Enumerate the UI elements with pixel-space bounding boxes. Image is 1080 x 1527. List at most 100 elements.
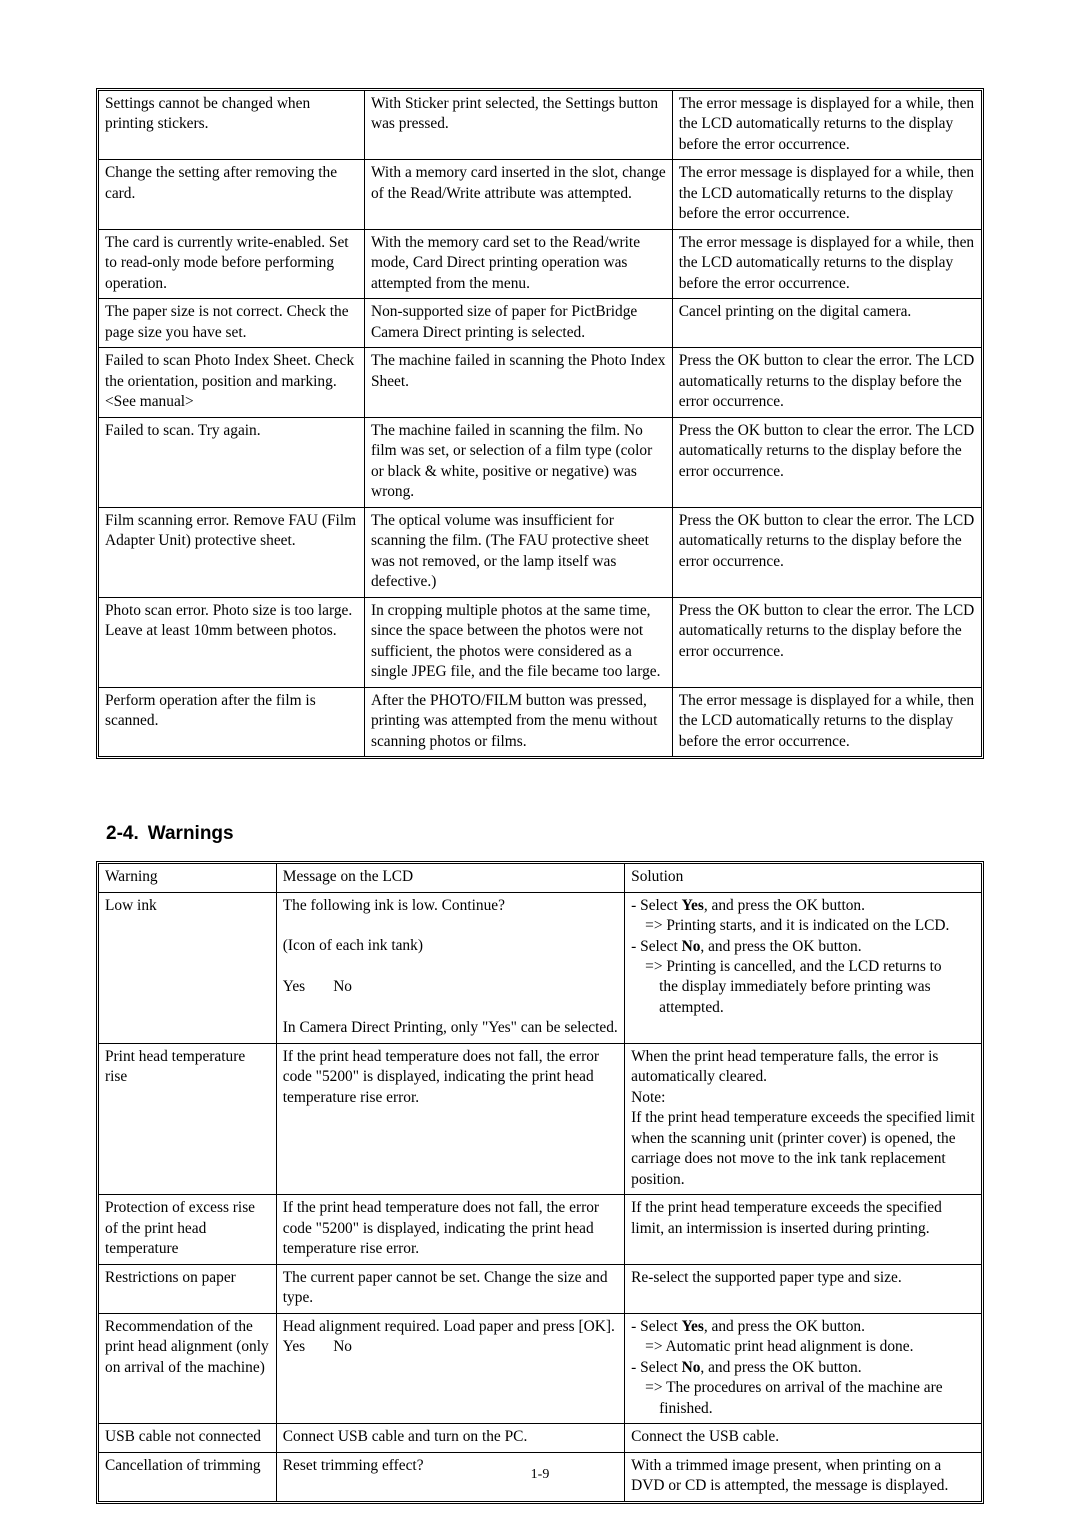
solution-note-label: Note: [631, 1088, 666, 1106]
warning-name-cell: USB cable not connected [99, 1423, 277, 1453]
solution-text: - Select [631, 896, 682, 914]
warnings-table-wrapper: Warning Message on the LCD Solution Low … [96, 861, 984, 1504]
table-row: USB cable not connected Connect USB cabl… [99, 1423, 981, 1453]
solution-text: , and press the OK button. [703, 1317, 865, 1335]
page-number: 1-9 [530, 1467, 550, 1482]
error-condition-cell: The card is currently write-enabled. Set… [99, 228, 365, 300]
solution-subline: => Printing is cancelled, and the LCD re… [645, 957, 942, 975]
error-solution-cell: The error message is displayed for a whi… [671, 228, 981, 300]
error-cause-cell: The optical volume was insufficient for … [363, 506, 673, 598]
message-line: Head alignment required. Load paper and … [282, 1317, 615, 1335]
error-cause-cell: The machine failed in scanning the film.… [363, 416, 673, 508]
column-header-solution: Solution [624, 864, 981, 893]
error-condition-cell: Settings cannot be changed when printing… [99, 91, 365, 161]
solution-subline: the display immediately before printing … [659, 978, 931, 996]
error-solution-cell: The error message is displayed for a whi… [671, 91, 981, 161]
error-solution-cell: Press the OK button to clear the error. … [671, 506, 981, 598]
error-condition-cell: Change the setting after removing the ca… [99, 159, 365, 230]
error-condition-cell: Film scanning error. Remove FAU (Film Ad… [99, 506, 365, 598]
solution-emphasis: Yes [681, 1317, 704, 1335]
section-heading: 2-4. Warnings [106, 823, 984, 845]
table-row: Settings cannot be changed when printing… [99, 91, 981, 161]
table-row: Change the setting after removing the ca… [99, 159, 981, 230]
section-number: 2-4. [106, 823, 139, 845]
warning-name-cell: Restrictions on paper [99, 1263, 277, 1314]
solution-line: - Select No, and press the OK button. [631, 1358, 975, 1378]
table-row: Recommendation of the print head alignme… [99, 1312, 981, 1425]
warning-name-cell: Low ink [99, 891, 277, 1044]
table-row: Protection of excess rise of the print h… [99, 1194, 981, 1265]
error-solution-cell: Press the OK button to clear the error. … [671, 347, 981, 418]
solution-note-text: If the print head temperature exceeds th… [631, 1109, 975, 1188]
warning-name-cell: Recommendation of the print head alignme… [99, 1312, 277, 1425]
option-no: No [333, 1338, 352, 1356]
option-no: No [333, 978, 352, 996]
error-condition-cell: The paper size is not correct. Check the… [99, 298, 365, 349]
solution-text: , and press the OK button. [703, 896, 865, 914]
solution-subline: finished. [659, 1399, 713, 1417]
solution-text: - Select [631, 1358, 682, 1376]
solution-subline: => The procedures on arrival of the mach… [645, 1379, 943, 1397]
table-header-row: Warning Message on the LCD Solution [99, 864, 981, 893]
warning-solution-cell: Connect the USB cable. [624, 1423, 981, 1453]
table-row: Film scanning error. Remove FAU (Film Ad… [99, 506, 981, 598]
error-cause-cell: With a memory card inserted in the slot,… [363, 159, 673, 230]
page-title: Warnings [147, 823, 234, 845]
error-condition-cell: Failed to scan Photo Index Sheet. Check … [99, 347, 365, 418]
table-row: Restrictions on paper The current paper … [99, 1263, 981, 1314]
error-messages-table: Settings cannot be changed when printing… [99, 91, 981, 757]
warning-message-cell: If the print head temperature does not f… [275, 1042, 626, 1196]
error-solution-cell: Cancel printing on the digital camera. [671, 298, 981, 349]
solution-subline: => Printing starts, and it is indicated … [645, 917, 950, 935]
warning-solution-cell: When the print head temperature falls, t… [624, 1042, 981, 1196]
table-row: Failed to scan Photo Index Sheet. Check … [99, 347, 981, 418]
warning-solution-cell: - Select Yes, and press the OK button. =… [624, 891, 981, 1044]
table-row: Print head temperature rise If the print… [99, 1042, 981, 1196]
error-cause-cell: Non-supported size of paper for PictBrid… [363, 298, 673, 349]
error-solution-cell: The error message is displayed for a whi… [671, 686, 981, 757]
table-row: The paper size is not correct. Check the… [99, 298, 981, 349]
solution-line: - Select Yes, and press the OK button. [631, 896, 975, 916]
message-line: The following ink is low. Continue? [282, 896, 505, 914]
warning-message-cell: If the print head temperature does not f… [275, 1194, 626, 1265]
warning-name-cell: Print head temperature rise [99, 1042, 277, 1196]
warning-message-cell: The following ink is low. Continue? (Ico… [275, 891, 626, 1044]
warning-message-cell: Head alignment required. Load paper and … [275, 1312, 626, 1425]
message-line: In Camera Direct Printing, only "Yes" ca… [282, 1019, 618, 1037]
warning-solution-cell: - Select Yes, and press the OK button. =… [624, 1312, 981, 1425]
error-solution-cell: Press the OK button to clear the error. … [671, 596, 981, 688]
warning-message-cell: The current paper cannot be set. Change … [275, 1263, 626, 1314]
error-cause-cell: After the PHOTO/FILM button was pressed,… [363, 686, 673, 757]
solution-emphasis: No [681, 1358, 701, 1376]
table-row: Perform operation after the film is scan… [99, 686, 981, 757]
solution-text: - Select [631, 937, 682, 955]
error-solution-cell: The error message is displayed for a whi… [671, 159, 981, 230]
error-cause-cell: With Sticker print selected, the Setting… [363, 91, 673, 161]
option-yes: Yes [282, 978, 306, 996]
column-header-message: Message on the LCD [275, 864, 626, 893]
error-cause-cell: With the memory card set to the Read/wri… [363, 228, 673, 300]
solution-subline: attempted. [659, 998, 724, 1016]
table-row: The card is currently write-enabled. Set… [99, 228, 981, 300]
warning-name-cell: Protection of excess rise of the print h… [99, 1194, 277, 1265]
solution-text: , and press the OK button. [700, 1358, 862, 1376]
error-cause-cell: The machine failed in scanning the Photo… [363, 347, 673, 418]
solution-subline: => Automatic print head alignment is don… [645, 1338, 914, 1356]
document-page: Settings cannot be changed when printing… [0, 0, 1080, 1527]
column-header-warning: Warning [99, 864, 277, 893]
error-condition-cell: Failed to scan. Try again. [99, 416, 365, 508]
warning-solution-cell: If the print head temperature exceeds th… [624, 1194, 981, 1265]
error-messages-table-wrapper: Settings cannot be changed when printing… [96, 88, 984, 760]
solution-emphasis: Yes [681, 896, 704, 914]
yes-no-options: Yes No [283, 1337, 618, 1357]
error-solution-cell: Press the OK button to clear the error. … [671, 416, 981, 508]
solution-emphasis: No [681, 937, 701, 955]
table-row: Low ink The following ink is low. Contin… [99, 891, 981, 1044]
solution-line: When the print head temperature falls, t… [631, 1047, 939, 1086]
yes-no-options: Yes No [283, 977, 618, 997]
error-condition-cell: Perform operation after the film is scan… [99, 686, 365, 757]
table-row: Failed to scan. Try again. The machine f… [99, 416, 981, 508]
message-line: (Icon of each ink tank) [282, 937, 423, 955]
